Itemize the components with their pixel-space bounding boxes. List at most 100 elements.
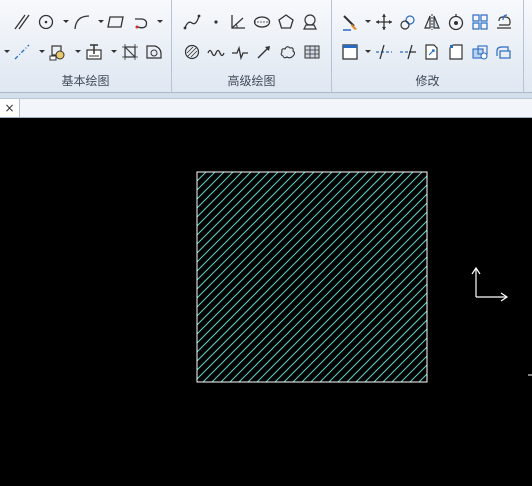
hatch-line	[202, 172, 414, 382]
hatch-line	[437, 172, 532, 382]
hatch-line	[473, 172, 532, 382]
chevron-down-icon[interactable]	[62, 18, 70, 26]
explode-icon[interactable]	[470, 42, 490, 62]
parallel-line-icon[interactable]	[12, 12, 32, 32]
close-tab-button[interactable]: ×	[0, 99, 20, 117]
hatch-line	[197, 172, 369, 344]
region-icon[interactable]	[144, 42, 164, 62]
hatch-line	[220, 175, 427, 382]
hatch-line	[455, 172, 532, 382]
arc-icon[interactable]	[72, 12, 92, 32]
hatch-line	[328, 283, 427, 382]
move-icon[interactable]	[374, 12, 394, 32]
hatch-line	[500, 172, 532, 382]
brush-icon[interactable]	[340, 12, 360, 32]
ribbon-toolbar: 基本绘图 高级绘图 修改	[0, 0, 532, 93]
hatch-line	[310, 265, 427, 382]
ucs-axis-icon	[471, 266, 509, 302]
hatch-line	[197, 172, 207, 182]
hatch-line	[409, 364, 427, 382]
hatch-line	[482, 172, 532, 382]
hatch-line	[391, 346, 427, 382]
group-label-advanced-drawing: 高级绘图	[227, 74, 276, 88]
rectangle-icon[interactable]	[106, 12, 126, 32]
layer-icon[interactable]	[494, 42, 514, 62]
hatched-rectangle[interactable]	[196, 171, 428, 383]
chevron-down-icon[interactable]	[97, 18, 105, 26]
table-icon[interactable]	[302, 42, 322, 62]
ellipse-icon[interactable]	[252, 12, 272, 32]
text-icon[interactable]	[84, 42, 104, 62]
hatch-line	[292, 247, 427, 382]
mirror-icon[interactable]	[422, 12, 442, 32]
chamfer-icon[interactable]	[446, 42, 466, 62]
hatch-line	[428, 172, 532, 382]
hatch-line	[197, 172, 261, 236]
group-advanced-drawing: 高级绘图	[172, 0, 332, 93]
hatch-line	[256, 211, 427, 382]
hatch-line	[337, 292, 427, 382]
chevron-down-icon[interactable]	[38, 48, 46, 56]
chevron-down-icon[interactable]	[364, 48, 372, 56]
hatch-line	[301, 256, 427, 382]
chevron-down-icon[interactable]	[74, 48, 82, 56]
group-label-basic-drawing: 基本绘图	[61, 74, 110, 88]
hatch-line	[229, 184, 427, 382]
hatch-line	[346, 301, 427, 382]
hatch-line	[197, 172, 324, 299]
block-icon[interactable]	[48, 42, 68, 62]
centerline-icon[interactable]	[12, 42, 32, 62]
drawing-svg	[196, 171, 532, 383]
chevron-down-icon[interactable]	[156, 18, 164, 26]
rotate-icon[interactable]	[398, 12, 418, 32]
hatch-line	[197, 172, 396, 371]
cloud-icon[interactable]	[278, 42, 298, 62]
group-label-modify: 修改	[415, 74, 440, 88]
hatch-line	[265, 220, 427, 382]
hatch-line	[446, 172, 532, 382]
chevron-down-icon[interactable]	[364, 18, 372, 26]
break-line-icon[interactable]	[230, 42, 250, 62]
polygon-icon[interactable]	[276, 12, 296, 32]
hatch-line	[197, 172, 216, 191]
hatch-line	[400, 355, 427, 382]
polyline-icon[interactable]	[132, 12, 152, 32]
hatch-line	[197, 172, 252, 227]
group-basic-drawing: 基本绘图	[0, 0, 172, 93]
crop-icon[interactable]	[120, 42, 140, 62]
arrow-icon[interactable]	[254, 42, 274, 62]
wave-line-icon[interactable]	[206, 42, 226, 62]
hatch-line	[197, 172, 351, 326]
circle-icon[interactable]	[36, 12, 56, 32]
hatch-line	[238, 193, 427, 382]
array-icon[interactable]	[470, 12, 490, 32]
hatch-line	[197, 172, 306, 281]
symbol-icon[interactable]	[300, 12, 320, 32]
hatch-pattern	[197, 172, 532, 382]
hatch-line	[197, 172, 297, 272]
hatch-line	[197, 172, 225, 200]
extend-icon[interactable]	[398, 42, 418, 62]
trim-icon[interactable]	[374, 42, 394, 62]
hatch-line	[197, 172, 288, 263]
scale-icon[interactable]	[446, 12, 466, 32]
hatch-line	[197, 172, 378, 353]
hatch-line	[197, 172, 342, 317]
hatch-line	[509, 172, 532, 382]
copy-icon[interactable]	[422, 42, 442, 62]
group-modify: 修改	[332, 0, 524, 93]
spline-icon[interactable]	[182, 12, 202, 32]
drawing-canvas[interactable]	[0, 118, 532, 486]
hatch-line	[197, 172, 234, 209]
offset-icon[interactable]	[494, 12, 514, 32]
hatch-circle-icon[interactable]	[182, 42, 202, 62]
point-icon[interactable]	[206, 12, 226, 32]
chevron-down-icon[interactable]	[3, 48, 11, 56]
hatch-line	[197, 172, 243, 218]
chevron-down-icon[interactable]	[110, 48, 118, 56]
angle-line-icon[interactable]	[228, 12, 248, 32]
hatch-line	[197, 172, 279, 254]
document-tab-bar: ×	[0, 99, 532, 118]
select-box-icon[interactable]	[340, 42, 360, 62]
hatch-line	[518, 172, 532, 382]
